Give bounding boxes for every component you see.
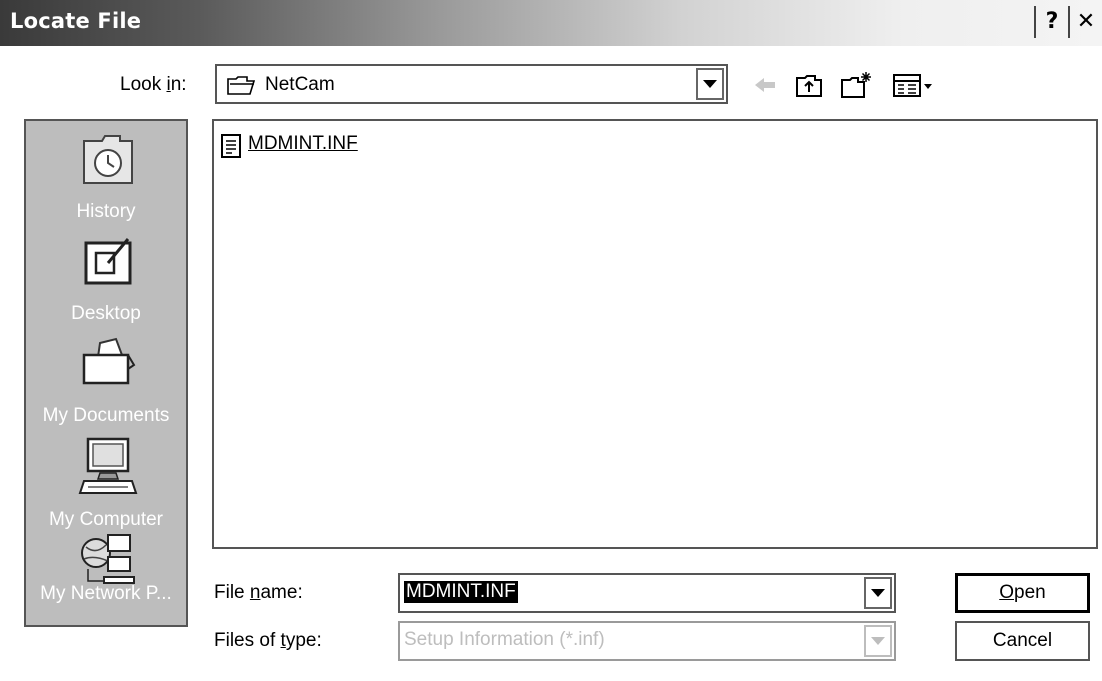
- chevron-down-icon: [871, 589, 885, 597]
- place-label: Desktop: [71, 303, 141, 324]
- history-icon: [83, 135, 133, 184]
- file-name-label: File name:: [214, 582, 303, 603]
- look-in-dropdown-button[interactable]: [696, 68, 724, 100]
- place-label: History: [76, 201, 136, 222]
- place-history[interactable]: History: [26, 131, 186, 226]
- look-in-value: NetCam: [265, 74, 335, 95]
- place-my-computer[interactable]: My Computer: [26, 437, 186, 532]
- file-type-label: Files of type:: [214, 630, 322, 651]
- folder-open-icon: [227, 76, 255, 95]
- title-bar: Locate File ? ✕: [0, 0, 1102, 46]
- help-button[interactable]: ?: [1034, 6, 1068, 38]
- place-desktop[interactable]: Desktop: [26, 233, 186, 328]
- chevron-down-icon: [703, 80, 717, 88]
- places-bar: History Desktop My Documents My Computer…: [24, 119, 188, 627]
- chevron-down-icon: [871, 637, 885, 645]
- open-button[interactable]: Open: [955, 573, 1090, 613]
- up-one-level-icon[interactable]: [795, 70, 823, 100]
- file-name: MDMINT.INF: [248, 133, 358, 154]
- file-name-input[interactable]: MDMINT.INF: [398, 573, 896, 613]
- file-list[interactable]: MDMINT.INF: [212, 119, 1098, 549]
- my-documents-icon: [82, 337, 136, 385]
- close-button[interactable]: ✕: [1068, 6, 1102, 38]
- cancel-button[interactable]: Cancel: [955, 621, 1090, 661]
- desktop-icon: [84, 238, 132, 285]
- file-name-dropdown-button[interactable]: [864, 577, 892, 609]
- locate-file-dialog: Locate File ? ✕ Look in: NetCam History …: [0, 0, 1102, 681]
- new-folder-icon[interactable]: [840, 70, 874, 100]
- place-label: My Network P...: [40, 583, 172, 604]
- place-my-network-places[interactable]: My Network P...: [26, 531, 186, 626]
- look-in-combobox[interactable]: NetCam: [215, 64, 728, 104]
- back-icon[interactable]: [752, 70, 778, 100]
- file-type-value: Setup Information (*.inf): [404, 629, 605, 650]
- view-menu-icon[interactable]: [892, 70, 936, 100]
- file-type-select: Setup Information (*.inf): [398, 621, 896, 661]
- place-label: My Computer: [48, 509, 164, 530]
- dialog-title: Locate File: [10, 9, 142, 33]
- file-name-value: MDMINT.INF: [404, 581, 518, 603]
- network-places-icon: [81, 534, 135, 584]
- inf-file-icon: [221, 134, 241, 158]
- my-computer-icon: [78, 437, 138, 494]
- file-type-dropdown-button: [864, 625, 892, 657]
- place-my-documents[interactable]: My Documents: [26, 335, 186, 430]
- place-label: My Documents: [42, 405, 170, 426]
- look-in-label: Look in:: [120, 74, 187, 95]
